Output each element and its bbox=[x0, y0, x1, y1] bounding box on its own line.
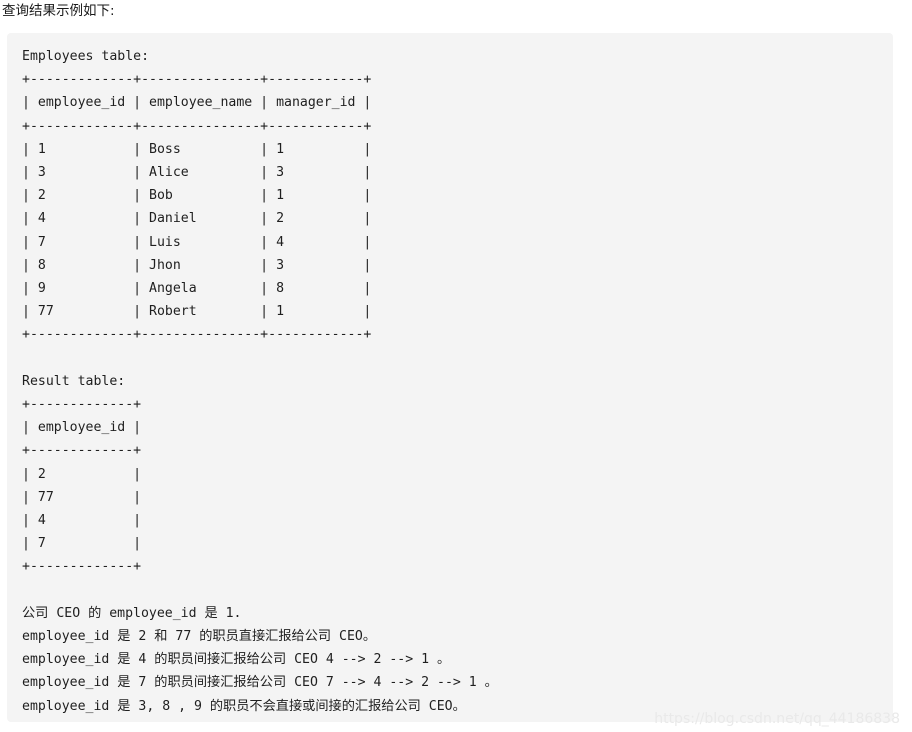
explanation-line: 公司 CEO 的 employee_id 是 1. bbox=[22, 605, 242, 621]
employees-table-border-bottom: +-------------+---------------+---------… bbox=[22, 327, 372, 343]
code-block: Employees table: +-------------+---------… bbox=[7, 33, 893, 722]
result-table-header: | employee_id | bbox=[22, 420, 142, 436]
table-row: | 7 | Luis | 4 | bbox=[22, 234, 372, 250]
table-row: | 1 | Boss | 1 | bbox=[22, 141, 372, 157]
intro-text: 查询结果示例如下: bbox=[2, 3, 115, 19]
table-row: | 4 | Daniel | 2 | bbox=[22, 211, 372, 227]
table-row: | 3 | Alice | 3 | bbox=[22, 165, 372, 181]
result-table-border-top: +-------------+ bbox=[22, 397, 142, 413]
explanation-line: employee_id 是 7 的职员间接汇报给公司 CEO 7 --> 4 -… bbox=[22, 675, 498, 691]
table-row: | 77 | Robert | 1 | bbox=[22, 304, 372, 320]
blank-separator bbox=[22, 347, 878, 370]
table-row: | 8 | Jhon | 3 | bbox=[22, 257, 372, 273]
blank-separator bbox=[22, 579, 878, 602]
employees-table-border-top: +-------------+---------------+---------… bbox=[22, 72, 372, 88]
code-content: Employees table: +-------------+---------… bbox=[22, 45, 878, 718]
table-row: | 9 | Angela | 8 | bbox=[22, 281, 372, 297]
table-row: | 2 | Bob | 1 | bbox=[22, 188, 372, 204]
explanation-line: employee_id 是 4 的职员间接汇报给公司 CEO 4 --> 2 -… bbox=[22, 652, 451, 668]
explanation-line: employee_id 是 3, 8 , 9 的职员不会直接或间接的汇报给公司 … bbox=[22, 698, 466, 714]
table-row: | 4 | bbox=[22, 513, 142, 529]
explanation-line: employee_id 是 2 和 77 的职员直接汇报给公司 CEO。 bbox=[22, 629, 377, 645]
employees-table-border-mid: +-------------+---------------+---------… bbox=[22, 118, 372, 134]
table-row: | 77 | bbox=[22, 489, 142, 505]
result-table-caption: Result table: bbox=[22, 373, 126, 389]
employees-table-caption: Employees table: bbox=[22, 49, 150, 64]
table-row: | 7 | bbox=[22, 536, 142, 552]
page-root: 查询结果示例如下: Employees table: +-------------… bbox=[0, 0, 912, 732]
result-table-border-bottom: +-------------+ bbox=[22, 559, 142, 575]
employees-table-header: | employee_id | employee_name | manager_… bbox=[22, 95, 372, 111]
table-row: | 2 | bbox=[22, 466, 142, 482]
result-table-border-mid: +-------------+ bbox=[22, 443, 142, 459]
